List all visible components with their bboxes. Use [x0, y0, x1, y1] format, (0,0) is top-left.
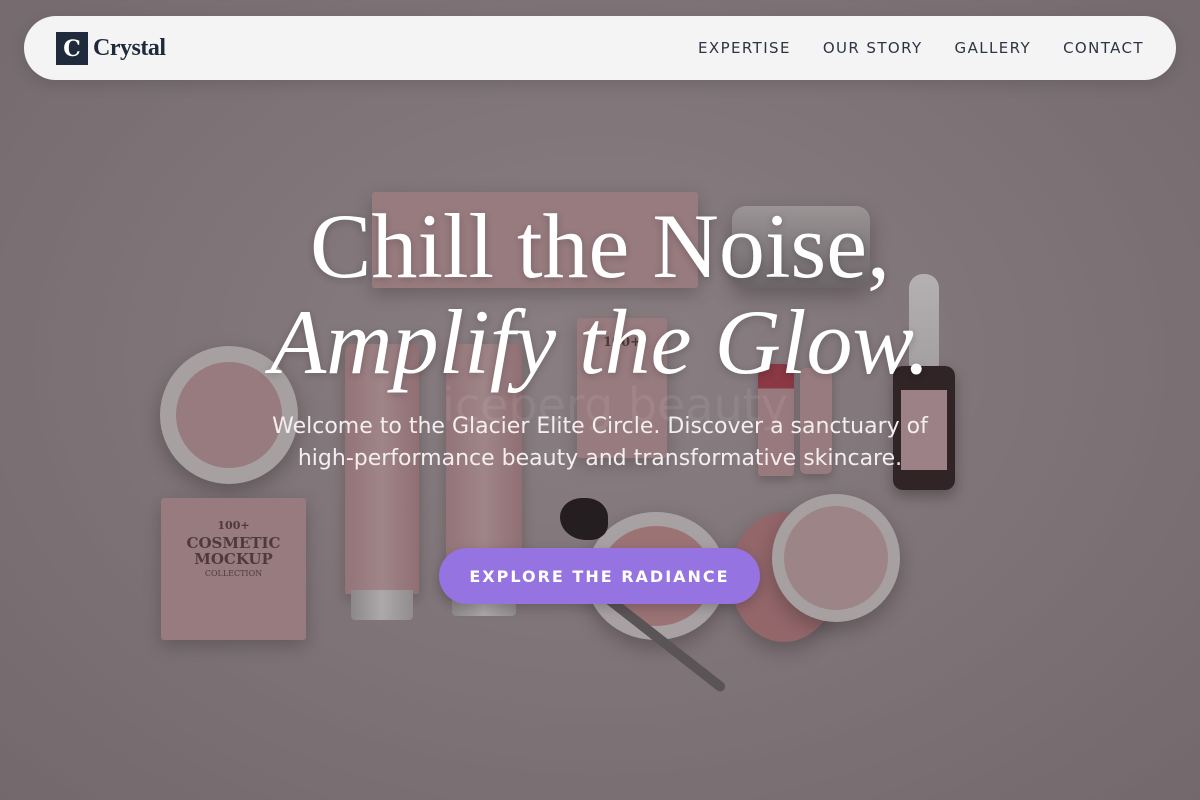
nav-link-gallery[interactable]: GALLERY — [955, 39, 1032, 57]
brand-name: Crystal — [93, 35, 166, 61]
nav-link-our-story[interactable]: OUR STORY — [823, 39, 923, 57]
nav-menu: EXPERTISE OUR STORY GALLERY CONTACT — [698, 16, 1144, 80]
logo-mark: C — [56, 32, 88, 65]
nav-link-expertise[interactable]: EXPERTISE — [698, 39, 791, 57]
top-navbar: C Crystal EXPERTISE OUR STORY GALLERY CO… — [24, 16, 1176, 80]
nav-link-contact[interactable]: CONTACT — [1063, 39, 1144, 57]
hero-headline-line1: Chill the Noise, — [309, 195, 891, 297]
hero-headline-line2: Amplify the Glow. — [269, 291, 931, 393]
brand-logo[interactable]: C Crystal — [56, 32, 166, 65]
explore-radiance-button[interactable]: EXPLORE THE RADIANCE — [439, 548, 760, 604]
hero-subtitle: Welcome to the Glacier Elite Circle. Dis… — [272, 414, 928, 471]
